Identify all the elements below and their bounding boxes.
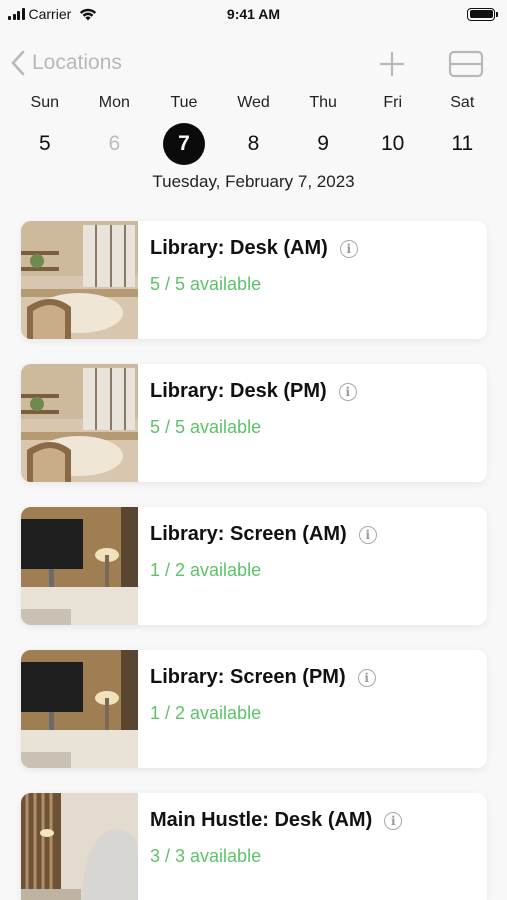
availability-label: 1 / 2 available bbox=[150, 560, 262, 580]
day-name: Sun bbox=[30, 94, 60, 111]
location-title: Library: Screen (AM) bbox=[150, 523, 347, 545]
chevron-left-icon bbox=[11, 50, 25, 76]
info-icon[interactable]: i bbox=[384, 811, 403, 830]
selected-date-label: Tuesday, February 7, 2023 bbox=[152, 172, 355, 191]
day-friday[interactable]: Fri 10 bbox=[358, 92, 428, 165]
location-title: Main Hustle: Desk (AM) bbox=[150, 809, 373, 831]
availability-label: 5 / 5 available bbox=[150, 274, 262, 294]
card-body: Library: Desk (PM) i 5 / 5 available bbox=[138, 364, 357, 482]
library-desk-photo bbox=[21, 364, 138, 482]
card-body: Library: Desk (AM) i 5 / 5 available bbox=[138, 221, 358, 339]
day-monday[interactable]: Mon 6 bbox=[80, 92, 150, 165]
day-number[interactable]: 8 bbox=[233, 123, 275, 165]
day-name: Sat bbox=[450, 94, 475, 111]
layout-toggle-icon[interactable] bbox=[448, 50, 484, 78]
day-name: Tue bbox=[170, 94, 198, 111]
location-card[interactable]: Library: Desk (AM) i 5 / 5 available bbox=[21, 221, 487, 339]
day-sunday[interactable]: Sun 5 bbox=[10, 92, 80, 165]
main-hustle-desk-photo bbox=[21, 793, 138, 900]
back-button[interactable]: Locations bbox=[10, 50, 122, 76]
navigation-bar: Locations bbox=[0, 40, 507, 88]
card-title-row: Library: Screen (AM) i bbox=[150, 523, 377, 546]
battery-icon bbox=[467, 7, 498, 21]
week-strip: Sun 5 Mon 6 Tue 7 Wed 8 Thu 9 Fri 10 Sat… bbox=[10, 92, 497, 165]
location-card[interactable]: Main Hustle: Desk (AM) i 3 / 3 available bbox=[21, 793, 487, 900]
card-title-row: Library: Desk (AM) i bbox=[150, 237, 358, 260]
day-name: Fri bbox=[383, 94, 402, 111]
back-button-label: Locations bbox=[32, 51, 122, 74]
day-tuesday[interactable]: Tue 7 bbox=[149, 92, 219, 165]
day-number[interactable]: 11 bbox=[441, 123, 483, 165]
day-number[interactable]: 9 bbox=[302, 123, 344, 165]
wifi-icon bbox=[80, 8, 97, 21]
day-name: Mon bbox=[98, 94, 130, 111]
location-title: Library: Desk (AM) bbox=[150, 237, 328, 259]
info-icon[interactable]: i bbox=[338, 382, 357, 401]
signal-icon bbox=[8, 8, 25, 20]
day-thursday[interactable]: Thu 9 bbox=[288, 92, 358, 165]
day-number[interactable]: 10 bbox=[372, 123, 414, 165]
availability-label: 1 / 2 available bbox=[150, 703, 262, 723]
library-screen-photo bbox=[21, 650, 138, 768]
card-body: Main Hustle: Desk (AM) i 3 / 3 available bbox=[138, 793, 403, 900]
location-title: Library: Desk (PM) bbox=[150, 380, 327, 402]
day-wednesday[interactable]: Wed 8 bbox=[219, 92, 289, 165]
day-number-selected[interactable]: 7 bbox=[162, 123, 205, 165]
status-bar: Carrier 9:41 AM bbox=[0, 0, 507, 28]
info-icon[interactable]: i bbox=[339, 239, 358, 258]
availability-label: 5 / 5 available bbox=[150, 417, 262, 437]
location-card[interactable]: Library: Screen (PM) i 1 / 2 available bbox=[21, 650, 487, 768]
card-title-row: Main Hustle: Desk (AM) i bbox=[150, 809, 403, 832]
info-icon[interactable]: i bbox=[358, 525, 377, 544]
card-title-row: Library: Desk (PM) i bbox=[150, 380, 357, 403]
library-desk-photo bbox=[21, 221, 138, 339]
day-name: Wed bbox=[237, 94, 270, 111]
availability-label: 3 / 3 available bbox=[150, 846, 262, 866]
locations-list: Library: Desk (AM) i 5 / 5 available Lib… bbox=[21, 221, 487, 900]
day-number[interactable]: 6 bbox=[93, 123, 135, 165]
location-title: Library: Screen (PM) bbox=[150, 666, 346, 688]
location-card[interactable]: Library: Desk (PM) i 5 / 5 available bbox=[21, 364, 487, 482]
location-card[interactable]: Library: Screen (AM) i 1 / 2 available bbox=[21, 507, 487, 625]
status-left: Carrier bbox=[8, 6, 97, 22]
day-name: Thu bbox=[309, 94, 337, 111]
card-body: Library: Screen (PM) i 1 / 2 available bbox=[138, 650, 376, 768]
carrier-label: Carrier bbox=[28, 6, 72, 22]
info-icon[interactable]: i bbox=[357, 668, 376, 687]
day-number[interactable]: 5 bbox=[24, 123, 66, 165]
card-title-row: Library: Screen (PM) i bbox=[150, 666, 376, 689]
day-saturday[interactable]: Sat 11 bbox=[427, 92, 497, 165]
plus-icon[interactable] bbox=[378, 50, 406, 78]
library-screen-photo bbox=[21, 507, 138, 625]
card-body: Library: Screen (AM) i 1 / 2 available bbox=[138, 507, 377, 625]
